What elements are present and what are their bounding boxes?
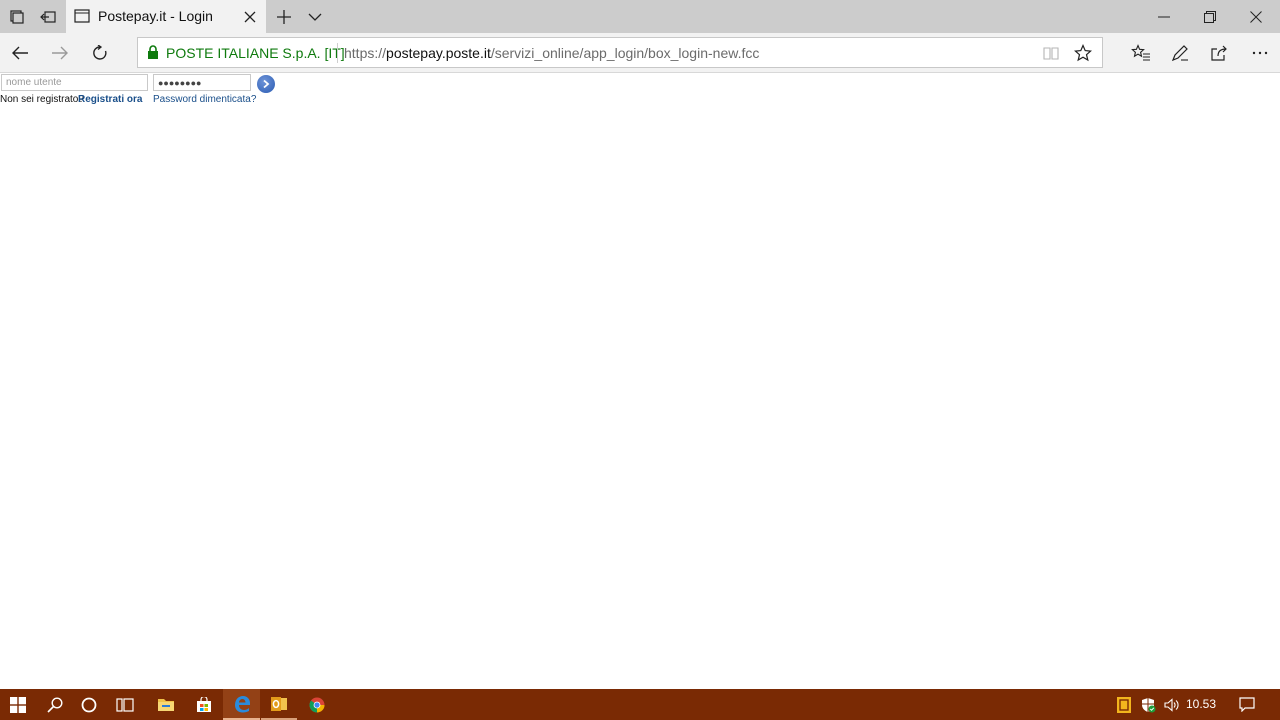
- cortana-button[interactable]: [72, 689, 106, 720]
- task-view-icon: [116, 697, 134, 712]
- store-button[interactable]: [186, 689, 222, 720]
- minimize-button[interactable]: [1150, 0, 1178, 33]
- reading-view-icon[interactable]: [1043, 46, 1059, 60]
- url-scheme: https://: [344, 45, 387, 61]
- close-tab-icon[interactable]: [244, 11, 256, 23]
- login-submit-button[interactable]: [257, 75, 275, 93]
- defender-tray-button[interactable]: [1137, 689, 1159, 720]
- address-separator: [337, 43, 338, 63]
- tab-manager-button[interactable]: [4, 0, 30, 33]
- file-explorer-button[interactable]: [148, 689, 184, 720]
- pen-icon: [1171, 45, 1188, 62]
- forward-arrow-icon: [52, 46, 68, 60]
- edge-icon: [234, 695, 250, 712]
- tab-postepay-login[interactable]: Postepay.it - Login: [66, 0, 266, 33]
- favorites-list-icon: [1131, 44, 1150, 61]
- notification-icon: [1239, 697, 1255, 712]
- tab-bar: Postepay.it - Login: [0, 0, 1280, 33]
- tab-title: Postepay.it - Login: [98, 8, 213, 24]
- certificate-label[interactable]: POSTE ITALIANE S.p.A. [IT]: [166, 45, 345, 61]
- tab-preview-button[interactable]: [303, 0, 327, 33]
- new-tab-button[interactable]: [272, 0, 296, 33]
- share-icon: [1211, 45, 1227, 61]
- forgot-password-link[interactable]: Password dimenticata?: [153, 94, 256, 105]
- minimize-icon: [1158, 16, 1170, 17]
- more-dots-icon: [1252, 51, 1268, 55]
- outlook-button[interactable]: [261, 689, 297, 720]
- tray-app-icon: [1117, 696, 1131, 713]
- close-window-button[interactable]: [1242, 0, 1270, 33]
- chrome-button[interactable]: [299, 689, 335, 720]
- favorite-star-icon[interactable]: [1074, 44, 1092, 62]
- url-host: postepay.poste.it: [386, 45, 491, 61]
- restore-icon: [1204, 10, 1216, 23]
- url-text[interactable]: https://postepay.poste.it/servizi_online…: [344, 45, 759, 61]
- lock-icon: [148, 45, 158, 59]
- close-icon: [1250, 10, 1262, 23]
- action-center-button[interactable]: [1234, 689, 1260, 720]
- shield-icon: [1142, 697, 1156, 712]
- navigation-bar: POSTE ITALIANE S.p.A. [IT] https://poste…: [0, 33, 1280, 73]
- edge-button[interactable]: [223, 689, 260, 720]
- refresh-button[interactable]: [88, 43, 112, 63]
- volume-icon: [1164, 697, 1179, 712]
- url-path: /servizi_online/app_login/box_login-new.…: [490, 45, 760, 61]
- outlook-icon: [271, 696, 287, 711]
- task-view-button[interactable]: [108, 689, 142, 720]
- refresh-icon: [93, 45, 107, 60]
- taskbar-clock[interactable]: 10.53: [1186, 697, 1216, 711]
- address-bar[interactable]: POSTE ITALIANE S.p.A. [IT] https://poste…: [137, 37, 1103, 68]
- favorites-hub-button[interactable]: [1129, 43, 1153, 63]
- password-input[interactable]: ●●●●●●●●: [153, 74, 251, 91]
- page-icon: [74, 9, 90, 23]
- tabs-aside-button[interactable]: [34, 0, 62, 33]
- folder-icon: [158, 699, 174, 711]
- start-button[interactable]: [0, 689, 36, 720]
- search-button[interactable]: [38, 689, 72, 720]
- not-registered-text: Non sei registrato?: [0, 94, 84, 105]
- volume-tray-button[interactable]: [1161, 689, 1183, 720]
- cortana-circle-icon: [81, 697, 97, 712]
- page-content: ●●●●●●●● Non sei registrato? Registrati …: [0, 73, 1280, 689]
- arrow-right-icon: [263, 79, 270, 89]
- taskbar: 10.53: [0, 689, 1280, 720]
- chevron-down-icon: [308, 13, 322, 21]
- share-button[interactable]: [1207, 43, 1231, 63]
- plus-icon: [277, 9, 291, 24]
- store-bag-icon: [197, 696, 211, 712]
- search-icon: [47, 696, 63, 713]
- restore-tabs-icon: [40, 10, 56, 23]
- restore-button[interactable]: [1196, 0, 1224, 33]
- windows-logo-icon: [10, 696, 26, 713]
- chrome-icon: [309, 697, 325, 713]
- back-arrow-icon: [12, 46, 28, 60]
- web-note-button[interactable]: [1168, 43, 1192, 63]
- tab-set-aside-icon: [10, 9, 24, 24]
- forward-button[interactable]: [48, 43, 72, 63]
- register-link[interactable]: Registrati ora: [78, 94, 142, 105]
- username-input[interactable]: [1, 74, 148, 91]
- tray-app-button[interactable]: [1113, 689, 1135, 720]
- back-button[interactable]: [8, 43, 32, 63]
- more-button[interactable]: [1248, 43, 1272, 63]
